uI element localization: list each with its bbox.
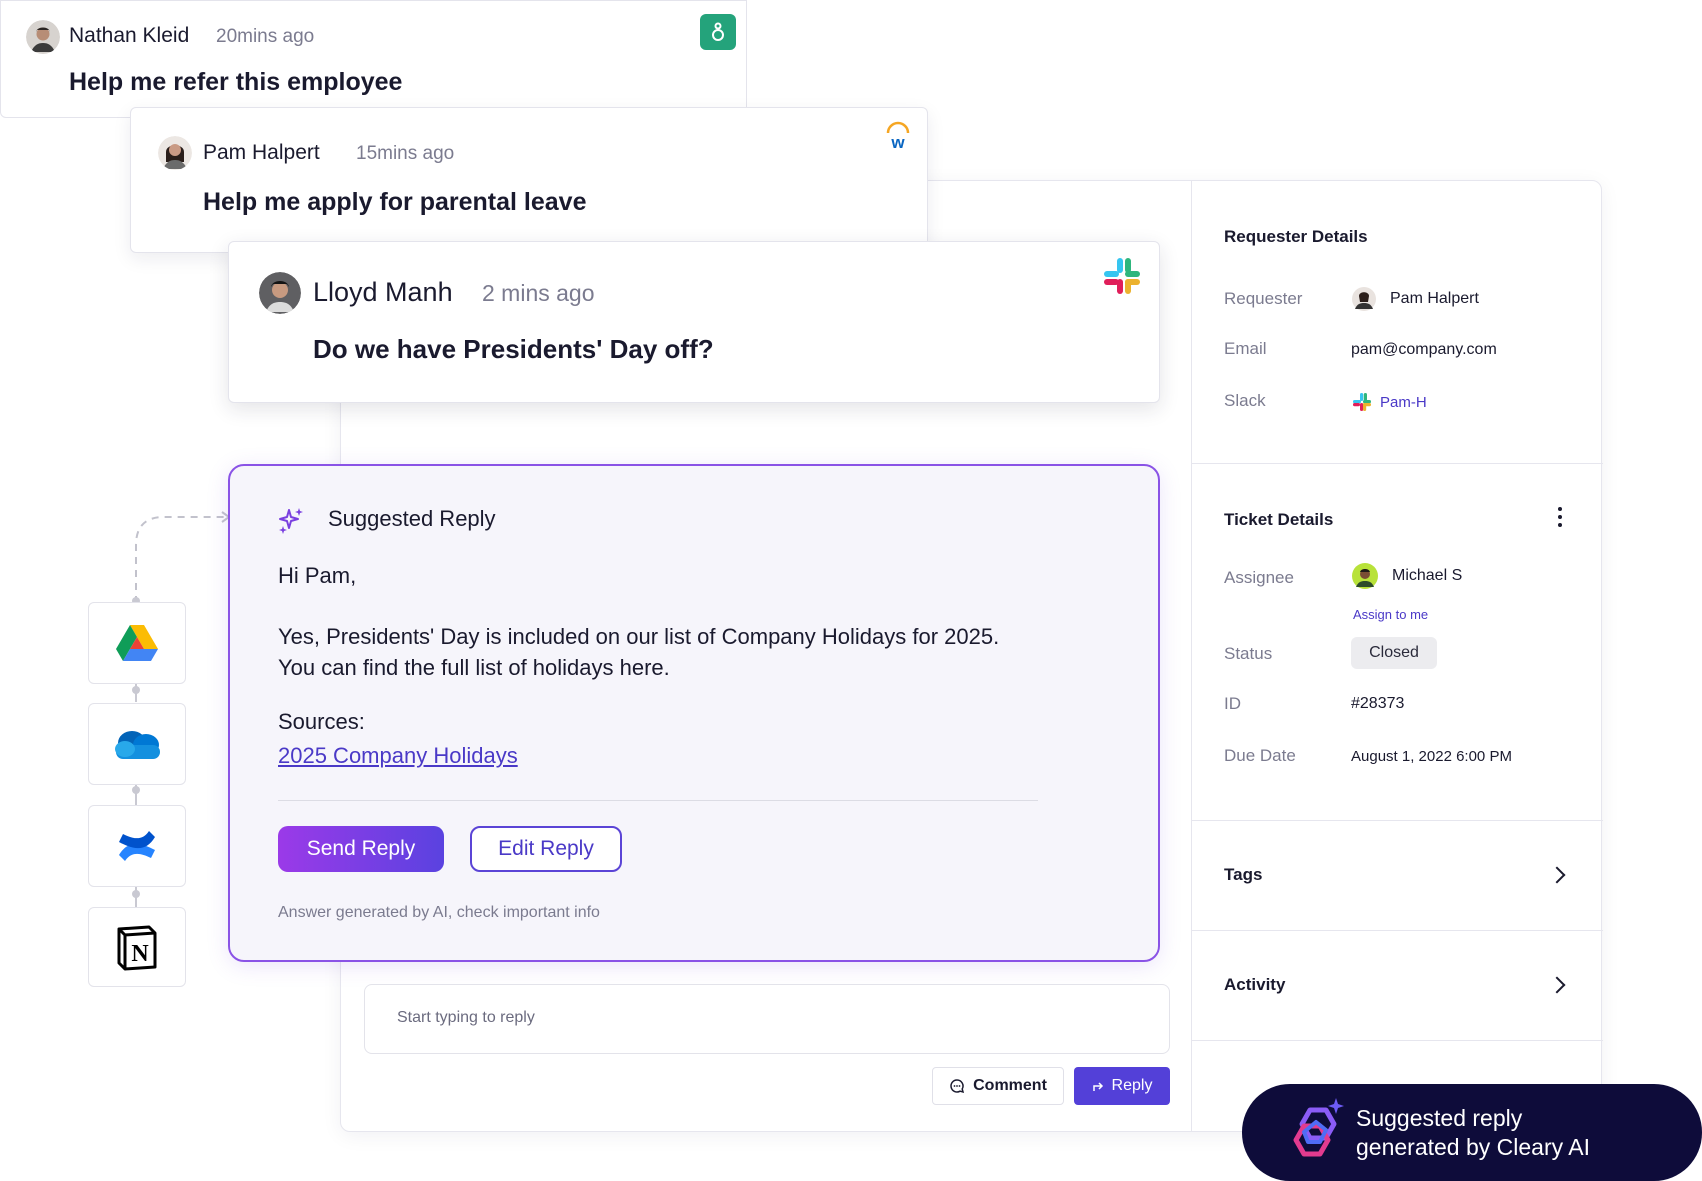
divider [278, 800, 1038, 801]
due-date-label: Due Date [1224, 746, 1296, 765]
message-time: 2 mins ago [482, 280, 595, 306]
details-sidebar: Requester Details Requester Pam Halpert … [1191, 181, 1603, 1131]
sender-name: Nathan Kleid [69, 24, 190, 47]
requester-label: Requester [1224, 289, 1303, 308]
message-time: 20mins ago [216, 26, 315, 47]
confluence-tool[interactable] [88, 805, 186, 887]
message-card[interactable]: Lloyd Manh 2 mins ago Do we have Preside… [228, 241, 1160, 403]
chevron-right-icon[interactable] [1548, 976, 1566, 994]
ticket-details-title: Ticket Details [1224, 510, 1334, 529]
reply-body-line2: You can find the full list of holidays h… [278, 655, 670, 680]
requester-details-section: Requester Details Requester Pam Halpert … [1192, 181, 1603, 464]
greenhouse-icon [700, 14, 736, 50]
connector-dot [132, 890, 140, 898]
google-drive-tool[interactable] [88, 602, 186, 684]
sender-name: Pam Halpert [203, 141, 320, 164]
suggested-reply-title: Suggested Reply [328, 506, 496, 531]
ticket-details-section: Ticket Details Assignee Michael S Assign… [1192, 464, 1603, 821]
connector-line [135, 511, 231, 603]
slack-handle: Pam-H [1380, 393, 1427, 411]
reply-input[interactable]: Start typing to reply [364, 984, 1170, 1054]
id-label: ID [1224, 694, 1241, 713]
message-question: Help me apply for parental leave [203, 188, 587, 216]
badge-line1: Suggested reply [1356, 1105, 1523, 1131]
reply-body-line1: Yes, Presidents' Day is included on our … [278, 624, 1000, 649]
onedrive-icon [115, 731, 160, 759]
chevron-right-icon[interactable] [1548, 866, 1566, 884]
due-date-value: August 1, 2022 6:00 PM [1351, 748, 1512, 765]
notion-tool[interactable]: N [88, 907, 186, 987]
workday-icon: w [886, 121, 910, 151]
confluence-icon [119, 831, 155, 861]
notion-icon: N [117, 925, 157, 971]
avatar [158, 136, 192, 170]
requester-name: Pam Halpert [1390, 290, 1479, 307]
assignee-name: Michael S [1392, 567, 1463, 584]
sender-name: Lloyd Manh [313, 277, 453, 307]
ai-disclaimer: Answer generated by AI, check important … [278, 904, 600, 921]
assignee-avatar [1352, 563, 1378, 589]
avatar [259, 272, 301, 314]
slack-icon [1353, 393, 1371, 411]
activity-section[interactable]: Activity [1192, 931, 1603, 1041]
message-question: Help me refer this employee [69, 68, 403, 96]
requester-value[interactable]: Pam Halpert [1352, 287, 1479, 311]
status-label: Status [1224, 644, 1273, 663]
slack-label: Slack [1224, 391, 1266, 410]
avatar [26, 20, 60, 54]
message-card[interactable]: Pam Halpert 15mins ago Help me apply for… [130, 107, 928, 253]
cleary-ai-badge: Suggested reply generated by Cleary AI [1242, 1084, 1702, 1181]
email-value[interactable]: pam@company.com [1351, 341, 1497, 359]
slack-value[interactable]: Pam-H [1352, 392, 1427, 412]
suggested-reply-card: Suggested Reply Hi Pam, Yes, Presidents'… [228, 464, 1160, 962]
send-reply-button[interactable]: Send Reply [278, 826, 444, 872]
comment-button[interactable]: Comment [932, 1067, 1064, 1105]
tags-section[interactable]: Tags [1192, 821, 1603, 931]
source-link[interactable]: 2025 Company Holidays [278, 740, 518, 772]
requester-avatar [1352, 287, 1376, 311]
email-label: Email [1224, 339, 1267, 358]
sparkle-icon [279, 508, 303, 534]
id-value: #28373 [1351, 695, 1405, 712]
comment-label: Comment [973, 1077, 1047, 1094]
assignee-label: Assignee [1224, 568, 1294, 587]
assignee-value[interactable]: Michael S [1352, 563, 1462, 589]
reply-arrow-icon [1092, 1082, 1103, 1091]
badge-line2: generated by Cleary AI [1356, 1134, 1590, 1160]
more-options-icon[interactable] [1557, 506, 1563, 528]
reply-greeting: Hi Pam, [278, 563, 357, 588]
connector-dot [132, 686, 140, 694]
svg-text:N: N [131, 941, 149, 967]
message-question: Do we have Presidents' Day off? [313, 334, 714, 364]
slack-icon [1104, 258, 1140, 294]
reply-button[interactable]: Reply [1074, 1067, 1170, 1105]
status-badge[interactable]: Closed [1351, 637, 1437, 669]
comment-icon [950, 1079, 965, 1094]
tags-title: Tags [1224, 865, 1263, 884]
connector-dot [132, 786, 140, 794]
edit-reply-button[interactable]: Edit Reply [470, 826, 622, 872]
reply-label: Reply [1111, 1077, 1153, 1094]
svg-text:w: w [890, 133, 905, 151]
assign-to-me-link[interactable]: Assign to me [1353, 607, 1428, 622]
google-drive-icon [116, 625, 158, 661]
reply-input-placeholder: Start typing to reply [397, 1009, 535, 1026]
message-card[interactable]: Nathan Kleid 20mins ago Help me refer th… [0, 0, 747, 118]
requester-details-title: Requester Details [1224, 227, 1368, 246]
cleary-logo-icon [1293, 1098, 1344, 1157]
onedrive-tool[interactable] [88, 703, 186, 785]
message-time: 15mins ago [356, 143, 455, 164]
badge-text: Suggested reply generated by Cleary AI [1356, 1104, 1590, 1162]
sources-label: Sources: [278, 709, 365, 734]
activity-title: Activity [1224, 975, 1286, 994]
